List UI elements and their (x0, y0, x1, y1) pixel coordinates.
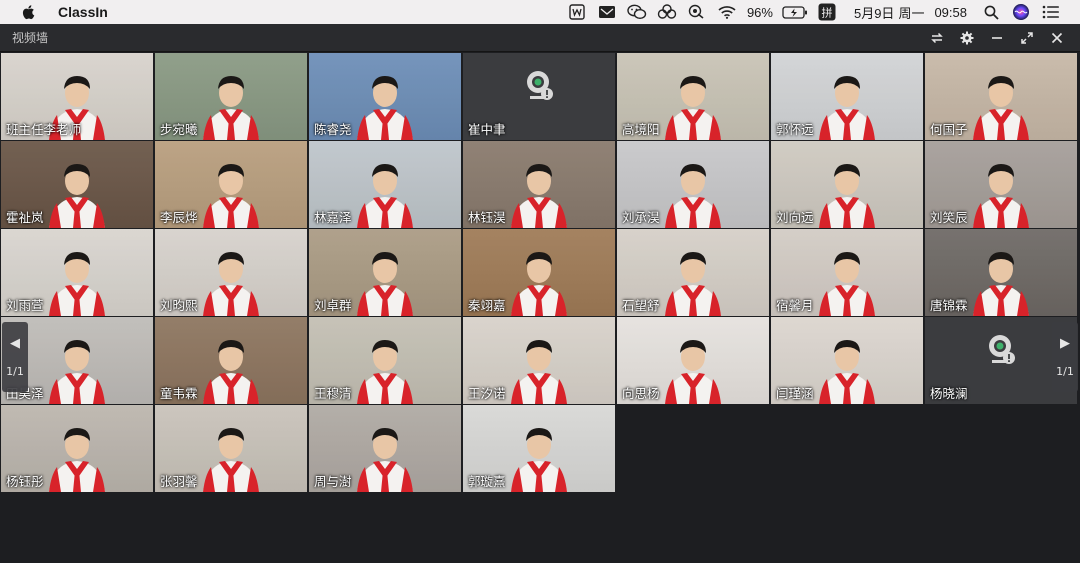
video-tile[interactable]: 林嘉泽 (309, 141, 461, 228)
close-button[interactable] (1042, 24, 1072, 52)
video-tile[interactable]: 刘卓群 (309, 229, 461, 316)
video-tile[interactable]: 刘笑辰 (925, 141, 1077, 228)
participant-name: 向思杨 (622, 386, 660, 401)
participant-name: 高境阳 (622, 122, 660, 137)
participant-name: 刘向远 (776, 210, 814, 225)
participant-name: 王汐诺 (468, 386, 506, 401)
participant-name: 周与澍 (314, 474, 352, 489)
video-wall-titlebar: 视频墙 (0, 24, 1080, 52)
wps-icon[interactable] (566, 0, 588, 24)
battery-percent: 96% (746, 4, 773, 20)
apple-logo-icon[interactable] (20, 3, 38, 21)
menubar-weekday[interactable]: 周一 (898, 3, 924, 22)
video-tile[interactable]: 刘昀熙 (155, 229, 307, 316)
video-tile[interactable]: 宿馨月 (771, 229, 923, 316)
macos-menubar: ClassIn 96% 拼 5月9日 周一 09:58 (0, 0, 1080, 24)
video-tile[interactable]: 刘承淏 (617, 141, 769, 228)
video-tile[interactable]: 崔中聿 (463, 53, 615, 140)
video-tile[interactable]: 霍祉岚 (1, 141, 153, 228)
camera-off-icon (986, 333, 1016, 371)
mail-app-icon[interactable] (596, 0, 618, 24)
video-tile[interactable]: 向思杨 (617, 317, 769, 404)
menubar-date[interactable]: 5月9日 (854, 3, 894, 22)
participant-name: 石望舒 (622, 298, 660, 313)
participant-name: 林钰淏 (468, 210, 506, 225)
video-tile[interactable]: 王汐诺 (463, 317, 615, 404)
chevron-left-icon: ◀ (10, 336, 20, 351)
participant-name: 王穆清 (314, 386, 352, 401)
participant-name: 郭璇熹 (468, 474, 506, 489)
participant-name: 郭怀远 (776, 122, 814, 137)
video-tile[interactable]: 唐锦霖 (925, 229, 1077, 316)
input-method-label: 拼 (821, 6, 832, 20)
swap-layout-button[interactable] (922, 24, 952, 52)
notification-center-icon[interactable] (1040, 0, 1062, 24)
participant-name: 张羽馨 (160, 474, 198, 489)
video-tile[interactable]: 童韦霖 (155, 317, 307, 404)
participant-name: 何国子 (930, 122, 968, 137)
wifi-icon[interactable] (716, 0, 738, 24)
participant-name: 陈睿尧 (314, 122, 352, 137)
participant-name: 宿馨月 (776, 298, 814, 313)
video-tile[interactable]: 刘雨萱 (1, 229, 153, 316)
video-tile[interactable]: 郭璇熹 (463, 405, 615, 492)
camera-off-icon (524, 69, 554, 107)
video-tile[interactable]: 步宛曦 (155, 53, 307, 140)
menubar-time[interactable]: 09:58 (934, 5, 967, 20)
qq-browser-icon[interactable] (686, 0, 708, 24)
video-tile[interactable]: 陈睿尧 (309, 53, 461, 140)
participant-name: 童韦霖 (160, 386, 198, 401)
video-tile[interactable]: 郭怀远 (771, 53, 923, 140)
video-tile[interactable]: 石望舒 (617, 229, 769, 316)
chevron-right-icon: ▶ (1060, 336, 1070, 351)
participant-name: 崔中聿 (468, 122, 506, 137)
video-tile[interactable]: 杨钰彤 (1, 405, 153, 492)
video-tile[interactable]: 闫瑾涵 (771, 317, 923, 404)
siri-icon[interactable] (1010, 0, 1032, 24)
minimize-button[interactable] (982, 24, 1012, 52)
participant-name: 刘昀熙 (160, 298, 198, 313)
participant-name: 刘卓群 (314, 298, 352, 313)
video-tile[interactable]: 刘向远 (771, 141, 923, 228)
participant-name: 秦翊嘉 (468, 298, 506, 313)
prev-page-button[interactable]: ◀ 1/1 (2, 322, 28, 392)
restore-button[interactable] (1012, 24, 1042, 52)
window-title: 视频墙 (12, 31, 49, 45)
spotlight-search-icon[interactable] (980, 0, 1002, 24)
participant-name: 刘雨萱 (6, 298, 44, 313)
participant-name: 李辰烨 (160, 210, 198, 225)
next-page-button[interactable]: ▶ 1/1 (1052, 322, 1078, 392)
participant-name: 刘承淏 (622, 210, 660, 225)
participant-name: 林嘉泽 (314, 210, 352, 225)
participant-name: 杨钰彤 (6, 474, 44, 489)
video-tile[interactable]: 班主任李老师 (1, 53, 153, 140)
window-controls (922, 24, 1072, 52)
video-tile[interactable]: 王穆清 (309, 317, 461, 404)
participant-name: 霍祉岚 (6, 210, 44, 225)
input-method-icon[interactable]: 拼 (816, 0, 838, 24)
video-tile[interactable]: 周与澍 (309, 405, 461, 492)
video-tile[interactable]: 林钰淏 (463, 141, 615, 228)
video-tile[interactable]: 高境阳 (617, 53, 769, 140)
cloud-sync-icon[interactable] (656, 0, 678, 24)
status-tray: 96% 拼 5月9日 周一 09:58 (562, 0, 1080, 24)
participant-name: 班主任李老师 (6, 122, 82, 137)
participant-name: 刘笑辰 (930, 210, 968, 225)
app-menu-name[interactable]: ClassIn (58, 4, 108, 20)
next-page-label: 1/1 (1056, 365, 1074, 378)
battery-charging-icon[interactable] (782, 0, 808, 24)
video-tile[interactable]: 秦翊嘉 (463, 229, 615, 316)
video-tile[interactable]: 李辰烨 (155, 141, 307, 228)
participant-name: 闫瑾涵 (776, 386, 814, 401)
participant-name: 杨晓澜 (930, 386, 968, 401)
wechat-icon[interactable] (626, 0, 648, 24)
video-tile[interactable]: 张羽馨 (155, 405, 307, 492)
participant-name: 唐锦霖 (930, 298, 968, 313)
video-tile[interactable]: 何国子 (925, 53, 1077, 140)
settings-gear-icon[interactable] (952, 24, 982, 52)
participant-name: 步宛曦 (160, 122, 198, 137)
video-grid: 班主任李老师 步宛曦 陈睿尧 崔中聿 高境阳 郭怀远 何国子 霍祉岚 李辰烨 林嘉泽 林钰淏 刘承淏刘… (0, 52, 1080, 563)
prev-page-label: 1/1 (6, 365, 24, 378)
